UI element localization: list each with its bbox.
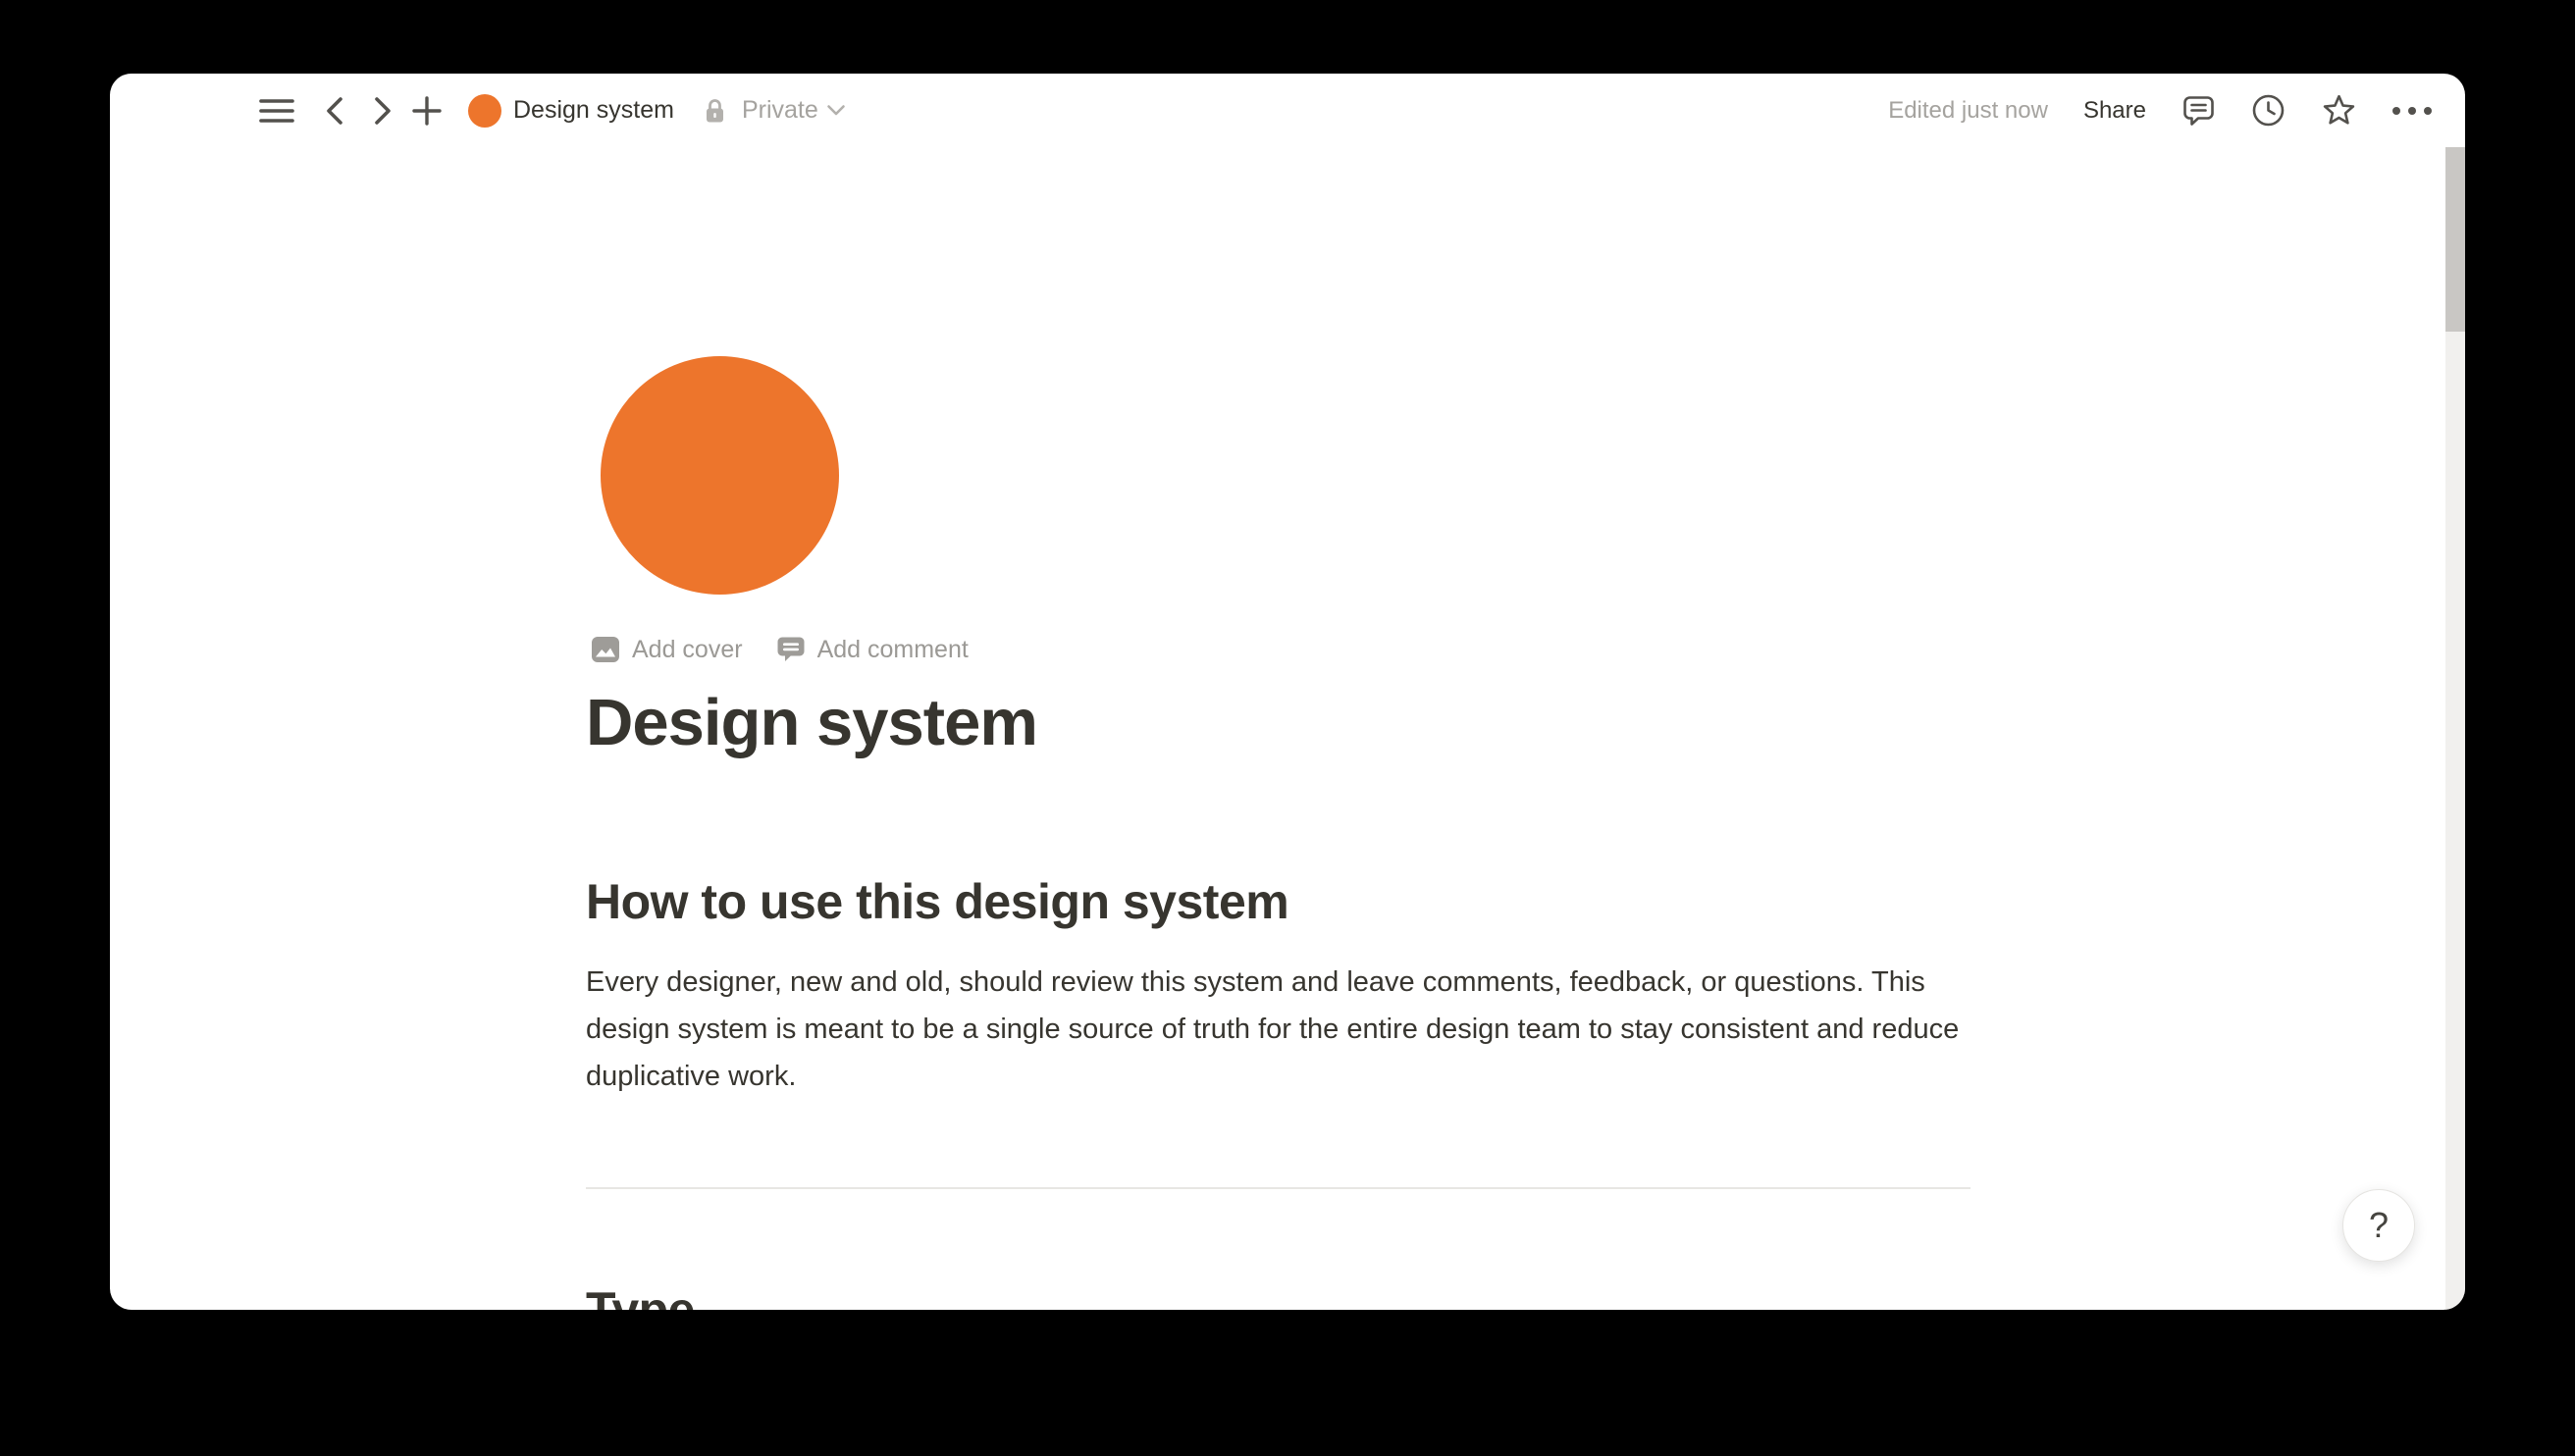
chevron-left-icon bbox=[324, 95, 345, 127]
plus-icon bbox=[409, 93, 445, 129]
add-cover-button[interactable]: Add cover bbox=[591, 635, 743, 664]
desktop-background: Design system Private Edited just now Sh… bbox=[0, 0, 2575, 1456]
comment-bubble-icon bbox=[2181, 93, 2216, 128]
hamburger-menu-icon bbox=[259, 97, 294, 125]
lock-icon bbox=[704, 96, 726, 126]
notion-window: Design system Private Edited just now Sh… bbox=[110, 74, 2465, 1310]
page-icon-orange-circle[interactable] bbox=[601, 356, 839, 595]
favorite-button[interactable] bbox=[2321, 93, 2357, 128]
privacy-label[interactable]: Private bbox=[742, 96, 818, 125]
chevron-down-icon[interactable] bbox=[826, 104, 846, 117]
edited-status: Edited just now bbox=[1888, 97, 2048, 125]
divider bbox=[586, 1187, 1971, 1189]
comments-button[interactable] bbox=[2181, 93, 2216, 128]
scrollbar-track[interactable] bbox=[2445, 147, 2465, 1310]
updates-button[interactable] bbox=[2251, 93, 2286, 128]
more-options-button[interactable] bbox=[2392, 107, 2432, 115]
help-button[interactable]: ? bbox=[2342, 1189, 2415, 1262]
scrollbar-thumb[interactable] bbox=[2445, 147, 2465, 332]
breadcrumb-page-title[interactable]: Design system bbox=[513, 96, 674, 125]
chevron-right-icon bbox=[372, 95, 394, 127]
topbar: Design system Private Edited just now Sh… bbox=[110, 74, 2465, 147]
section-heading[interactable]: How to use this design system bbox=[586, 870, 1288, 934]
add-cover-label: Add cover bbox=[632, 636, 743, 664]
sidebar-toggle-button[interactable] bbox=[259, 97, 294, 125]
page-emoji-orange-circle-icon[interactable] bbox=[468, 94, 501, 128]
section-heading-type[interactable]: Type bbox=[586, 1278, 695, 1310]
add-comment-label: Add comment bbox=[817, 636, 969, 664]
forward-button[interactable] bbox=[372, 95, 394, 127]
body-paragraph[interactable]: Every designer, new and old, should revi… bbox=[586, 959, 1989, 1100]
topbar-right-actions: Edited just now Share bbox=[1888, 93, 2432, 128]
add-comment-button[interactable]: Add comment bbox=[776, 635, 969, 664]
back-button[interactable] bbox=[324, 95, 345, 127]
image-icon bbox=[591, 635, 620, 664]
page-title[interactable]: Design system bbox=[586, 684, 1037, 762]
star-icon bbox=[2321, 93, 2357, 128]
new-page-button[interactable] bbox=[409, 93, 445, 129]
share-button[interactable]: Share bbox=[2083, 97, 2146, 125]
ellipsis-icon bbox=[2392, 107, 2432, 115]
comment-filled-icon bbox=[776, 635, 806, 664]
clock-icon bbox=[2251, 93, 2286, 128]
page-header-actions: Add cover Add comment bbox=[591, 635, 969, 664]
